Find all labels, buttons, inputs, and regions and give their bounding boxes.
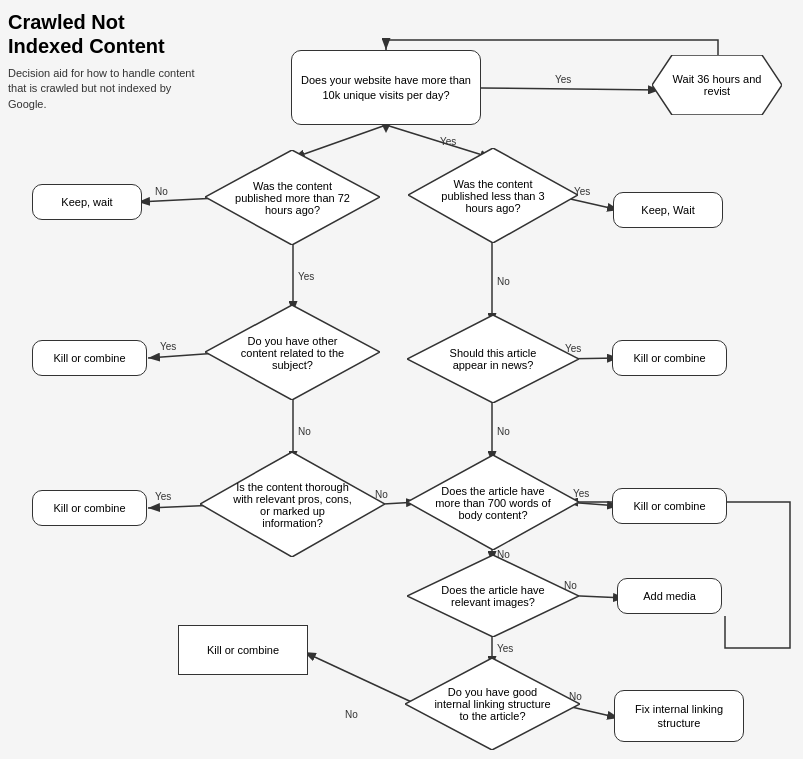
node-kill3: Kill or combine bbox=[32, 490, 147, 526]
node-kill1: Kill or combine bbox=[32, 340, 147, 376]
node-keep-wait2: Keep, Wait bbox=[613, 192, 723, 228]
svg-text:Yes: Yes bbox=[298, 271, 314, 282]
node-q-images: Does the article have relevant images? bbox=[407, 555, 579, 637]
svg-text:No: No bbox=[497, 426, 510, 437]
node-q72hrs: Was the content published more than 72 h… bbox=[205, 150, 380, 245]
node-start: Does your website have more than 10k uni… bbox=[291, 50, 481, 125]
svg-marker-6 bbox=[382, 125, 390, 133]
svg-text:No: No bbox=[345, 709, 358, 720]
flowchart-container: Crawled NotIndexed Content Decision aid … bbox=[0, 0, 803, 759]
svg-text:No: No bbox=[155, 186, 168, 197]
node-keep-wait1: Keep, wait bbox=[32, 184, 142, 220]
node-q700words: Does the article have more than 700 word… bbox=[407, 455, 579, 550]
node-kill2: Kill or combine bbox=[612, 340, 727, 376]
svg-line-2 bbox=[481, 88, 660, 90]
svg-text:Yes: Yes bbox=[160, 341, 176, 352]
node-q-news: Should this article appear in news? bbox=[407, 315, 579, 403]
subtitle: Decision aid for how to handle content t… bbox=[8, 66, 208, 112]
node-q3hrs: Was the content published less than 3 ho… bbox=[408, 148, 578, 243]
node-q-thorough: Is the content thorough with relevant pr… bbox=[200, 452, 385, 557]
node-kill5: Kill or combine bbox=[178, 625, 308, 675]
node-add-media: Add media bbox=[617, 578, 722, 614]
title-area: Crawled NotIndexed Content Decision aid … bbox=[8, 10, 208, 112]
node-wait36: Wait 36 hours and revist bbox=[652, 55, 782, 115]
svg-text:No: No bbox=[497, 276, 510, 287]
node-q-linking: Do you have good internal linking struct… bbox=[405, 658, 580, 750]
svg-line-38 bbox=[304, 652, 418, 705]
node-fix-linking: Fix internal linking structure bbox=[614, 690, 744, 742]
main-title: Crawled NotIndexed Content bbox=[8, 10, 208, 58]
svg-text:Yes: Yes bbox=[155, 491, 171, 502]
svg-text:Yes: Yes bbox=[440, 136, 456, 147]
node-q-related: Do you have other content related to the… bbox=[205, 305, 380, 400]
node-kill4: Kill or combine bbox=[612, 488, 727, 524]
svg-text:Yes: Yes bbox=[497, 643, 513, 654]
svg-text:No: No bbox=[298, 426, 311, 437]
svg-text:Yes: Yes bbox=[555, 74, 571, 85]
